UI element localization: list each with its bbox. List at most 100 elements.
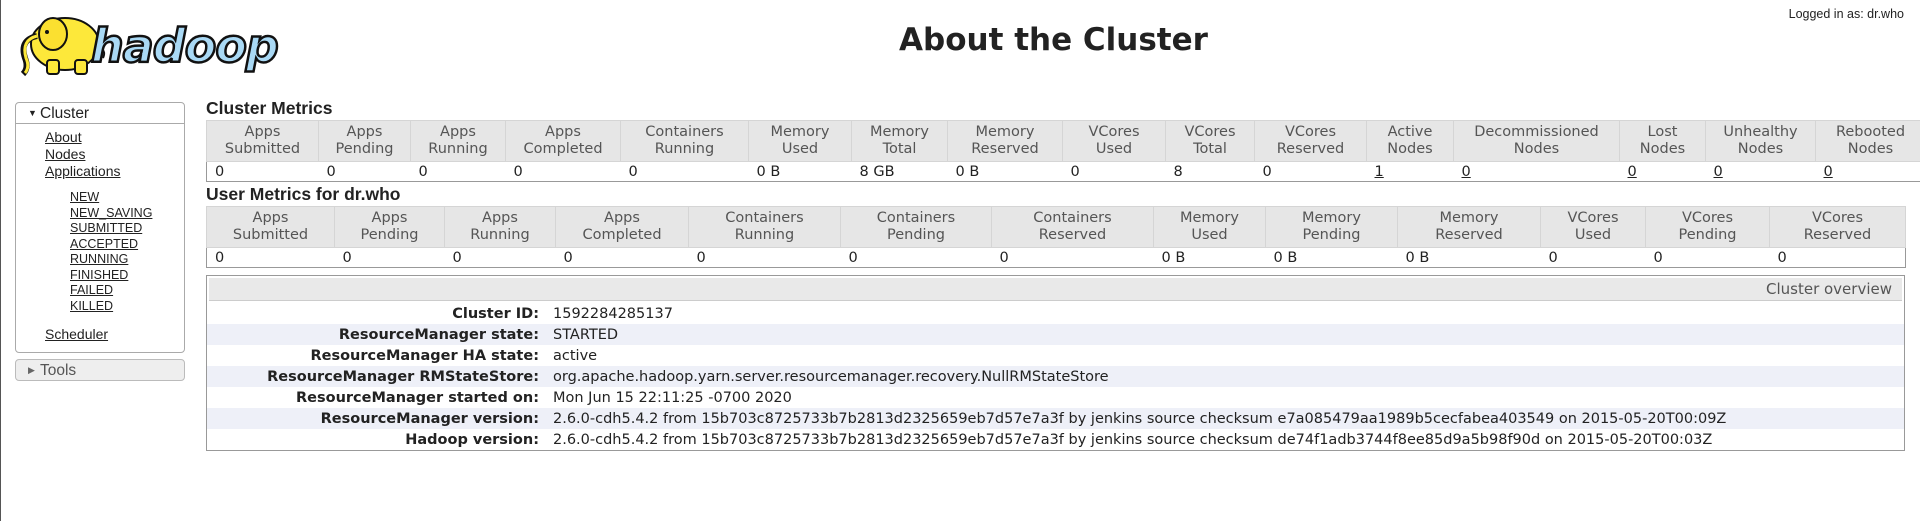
overview-row: ResourceManager version: 2.6.0-cdh5.4.2 f… [207,408,1904,429]
cm-value-apps-completed: 0 [505,161,621,182]
column-header-label: Running [470,227,530,243]
column-header-label: Pending [360,227,419,243]
overview-value: STARTED [553,324,1904,345]
um-col-vcores-reserved: VCores Reserved [1769,206,1906,248]
user-metrics-header-row: Apps Submitted Apps Pending Apps Running Apps C… [206,206,1906,248]
column-header-label: Submitted [224,141,301,157]
cm-link-unhealthy-nodes[interactable]: 0 [1714,164,1723,180]
column-header-label: Pending [887,227,945,243]
cm-value-rebooted-nodes: 0 [1815,161,1920,182]
cluster-overview-table: Cluster ID: 1592284285137 ResourceManager … [207,303,1904,450]
overview-row: Hadoop version: 2.6.0-cdh5.4.2 from 15b70… [207,429,1904,450]
cm-value-lost-nodes: 0 [1619,161,1706,182]
um-col-memory-reserved: Memory Reserved [1397,206,1541,248]
column-header-label: Rebooted [1835,124,1906,140]
cm-col-unhealthy-nodes: Unhealthy Nodes [1705,120,1816,162]
cluster-nav-header[interactable]: ▼ Cluster [16,103,184,124]
cm-value-vcores-used: 0 [1062,161,1166,182]
column-header-label: Containers [876,210,956,226]
overview-value: 2.6.0-cdh5.4.2 from 15b703c8725733b7b281… [553,408,1904,429]
column-header-label: Reserved [1038,227,1107,243]
um-value-vcores-reserved: 0 [1769,247,1906,268]
nav-link-killed[interactable]: KILLED [70,299,184,315]
cm-col-lost-nodes: Lost Nodes [1619,120,1706,162]
um-value-apps-submitted: 0 [206,247,335,268]
cm-col-active-nodes: Active Nodes [1366,120,1454,162]
overview-key: Hadoop version: [405,431,539,448]
cluster-overview-heading: Cluster overview [209,278,1902,301]
column-header-label: Unhealthy [1723,124,1798,140]
nav-link-new-saving[interactable]: NEW_SAVING [70,206,184,222]
cm-value-memory-total: 8 GB [851,161,948,182]
cluster-nav-section: ▼ Cluster About Nodes Applications NEW NE… [15,102,185,353]
overview-value: 2.6.0-cdh5.4.2 from 15b703c8725733b7b281… [553,431,1713,448]
column-header-label: VCores [1184,124,1236,140]
column-header-label: Memory [975,124,1035,140]
nav-link-running[interactable]: RUNNING [70,252,184,268]
column-header-label: Running [734,227,795,243]
nav-link-accepted[interactable]: ACCEPTED [70,237,184,253]
column-header-label: Used [781,141,819,157]
column-header-label: Memory [1302,210,1361,226]
column-header-label: Memory [770,124,830,140]
nav-link-new[interactable]: NEW [70,190,184,206]
nav-link-failed[interactable]: FAILED [70,283,184,299]
um-col-containers-reserved: Containers Reserved [991,206,1154,248]
nav-link-nodes[interactable]: Nodes [45,146,184,163]
column-header-label: VCores [1284,124,1337,140]
column-header-label: Apps [482,210,518,226]
overview-row: ResourceManager HA state: active [207,345,1904,366]
cm-value-apps-running: 0 [410,161,506,182]
column-header-label: Memory [1439,210,1499,226]
overview-row: Cluster ID: 1592284285137 [207,303,1904,324]
column-header-label: Active [1387,124,1433,140]
nav-link-applications[interactable]: Applications [45,163,184,180]
column-header-label: Apps [545,124,581,140]
cm-col-decommissioned-nodes: Decommissioned Nodes [1453,120,1620,162]
cluster-nav-links: About Nodes Applications NEW NEW_SAVING … [16,124,184,352]
column-header-label: Completed [523,141,603,157]
overview-value: 1592284285137 [553,305,673,322]
column-header-label: Apps [346,124,383,140]
cm-value-vcores-reserved: 0 [1254,161,1367,182]
cm-link-decommissioned-nodes[interactable]: 0 [1462,164,1471,180]
cm-col-memory-reserved: Memory Reserved [947,120,1063,162]
cluster-metrics-title: Cluster Metrics [206,98,333,118]
column-header-label: Memory [870,124,929,140]
nav-link-about[interactable]: About [45,129,184,146]
overview-value: org.apache.hadoop.yarn.server.resourcema… [553,366,1904,387]
column-header-label: VCores [1681,210,1734,226]
cm-link-rebooted-nodes[interactable]: 0 [1824,164,1833,180]
cm-value-memory-used: 0 B [748,161,852,182]
cm-value-memory-reserved: 0 B [947,161,1063,182]
column-header-label: Nodes [1639,141,1686,157]
sidebar-nav: ▼ Cluster About Nodes Applications NEW NE… [15,102,185,381]
cm-link-active-nodes[interactable]: 1 [1375,164,1384,180]
um-value-containers-reserved: 0 [991,247,1154,268]
um-col-vcores-pending: VCores Pending [1645,206,1770,248]
nav-link-scheduler[interactable]: Scheduler [45,326,184,343]
um-col-containers-pending: Containers Pending [840,206,992,248]
um-col-containers-running: Containers Running [688,206,841,248]
um-col-vcores-used: VCores Used [1540,206,1646,248]
cm-col-vcores-reserved: VCores Reserved [1254,120,1367,162]
overview-key: ResourceManager HA state: [310,347,539,364]
column-header-label: Reserved [1276,141,1345,157]
cluster-nav-label: Cluster [40,105,90,122]
um-col-apps-completed: Apps Completed [555,206,689,248]
cm-value-containers-running: 0 [620,161,749,182]
column-header-label: Pending [335,141,394,157]
cluster-metrics-table: Apps Submitted Apps Pending Apps Running Apps C… [206,120,1920,182]
overview-row: ResourceManager state: STARTED [207,324,1904,345]
main-content: Cluster Metrics Apps Submitted Apps Pending… [206,96,1920,451]
column-header-label: Memory [1180,210,1239,226]
overview-key: ResourceManager started on: [295,389,539,406]
column-header-label: Used [1095,141,1133,157]
cm-link-lost-nodes[interactable]: 0 [1628,164,1637,180]
um-value-apps-completed: 0 [555,247,689,268]
column-header-label: Apps [252,210,289,226]
tools-nav-header[interactable]: ▶ Tools [15,359,185,381]
overview-value: Mon Jun 15 22:11:25 -0700 2020 [553,389,792,406]
nav-link-submitted[interactable]: SUBMITTED [70,221,184,237]
nav-link-finished[interactable]: FINISHED [70,268,184,284]
